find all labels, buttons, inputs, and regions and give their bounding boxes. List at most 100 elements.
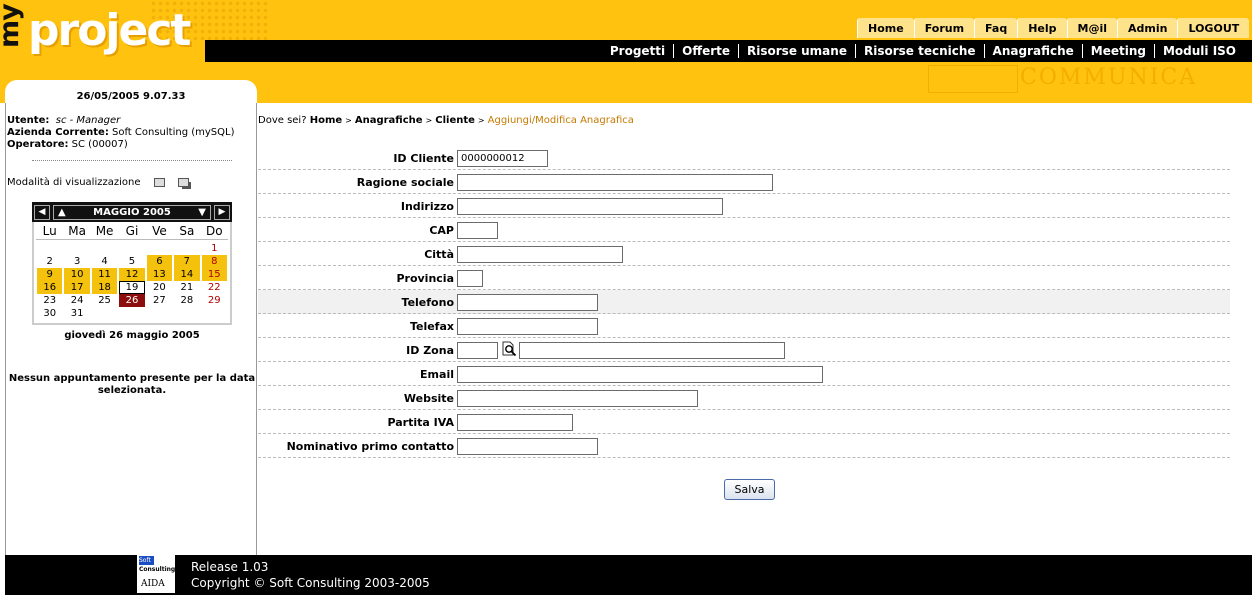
id-cliente-field[interactable]: [457, 150, 548, 167]
telefono-label: Telefono: [401, 296, 454, 309]
top-nav-admin[interactable]: Admin: [1117, 18, 1178, 38]
calendar-day[interactable]: 20: [147, 281, 172, 294]
calendar-day[interactable]: 15: [201, 268, 227, 281]
aida-logo: Soft Consulting AIDA: [137, 555, 175, 593]
main-nav-risorse-tecniche[interactable]: Risorse tecniche: [854, 44, 984, 58]
calendar-grid: Lu Ma Me Gi Ve Sa Do 1 2 3 4 5 6 7 8 9 10 11 12 13 14 15 16 17…: [32, 222, 232, 325]
chevron-down-icon: ▼: [198, 206, 206, 218]
form-row-ragione-sociale: Ragione sociale: [258, 170, 1230, 194]
main-nav: Progetti Offerte Risorse umane Risorse t…: [205, 40, 1252, 62]
calendar-day[interactable]: 17: [64, 281, 90, 294]
top-nav-faq[interactable]: Faq: [974, 18, 1018, 38]
calendar-day[interactable]: 14: [174, 268, 200, 281]
single-view-icon[interactable]: [153, 177, 165, 187]
breadcrumb-home[interactable]: Home: [310, 115, 342, 126]
calendar-day[interactable]: 31: [64, 307, 89, 320]
zona-description-field[interactable]: [519, 342, 785, 359]
telefax-field[interactable]: [457, 318, 598, 335]
calendar-empty-cell: [174, 242, 199, 255]
main-nav-risorse-umane[interactable]: Risorse umane: [738, 44, 855, 58]
prev-month-icon[interactable]: ◀: [34, 204, 50, 220]
calendar-day[interactable]: 6: [146, 255, 173, 268]
sidebar: Utente: sc - Manager Azienda Corrente: S…: [5, 103, 257, 555]
calendar-day[interactable]: 3: [64, 255, 89, 268]
weekday-header: Do: [205, 224, 223, 238]
top-nav-forum[interactable]: Forum: [913, 18, 975, 38]
calendar-empty-cell: [64, 242, 89, 255]
calendar-day[interactable]: 28: [174, 294, 199, 307]
top-nav-logout[interactable]: LOGOUT: [1177, 18, 1250, 38]
main-nav-progetti[interactable]: Progetti: [602, 44, 673, 58]
main-nav-meeting[interactable]: Meeting: [1081, 44, 1154, 58]
weekday-header: Lu: [42, 224, 57, 238]
calendar-day[interactable]: 25: [92, 294, 117, 307]
form-row-nominativo: Nominativo primo contatto: [258, 434, 1230, 458]
myproject-logo[interactable]: my project: [0, 0, 205, 80]
calendar-day[interactable]: 19: [119, 281, 145, 294]
calendar-day[interactable]: 7: [174, 255, 200, 268]
calendar-day[interactable]: 27: [147, 294, 172, 307]
provincia-field[interactable]: [457, 270, 483, 287]
indirizzo-field[interactable]: [457, 198, 723, 215]
main-nav-moduli-iso[interactable]: Moduli ISO: [1153, 44, 1244, 58]
release-text: Release 1.03: [191, 560, 269, 574]
email-field[interactable]: [457, 366, 823, 383]
calendar-day[interactable]: 13: [146, 268, 173, 281]
calendar-week: 2345678: [36, 255, 228, 268]
telefax-label: Telefax: [409, 320, 454, 333]
calendar-day[interactable]: 18: [91, 281, 118, 294]
breadcrumb: Dove sei? Home > Anagrafiche > Cliente > Aggiu…: [258, 115, 634, 126]
form-row-indirizzo: Indirizzo: [258, 194, 1230, 218]
id-zona-field[interactable]: [457, 342, 498, 359]
month-select[interactable]: ▲ MAGGIO 2005 ▼: [53, 204, 211, 220]
form-row-cap: CAP: [258, 218, 1230, 242]
calendar-day[interactable]: 4: [92, 255, 117, 268]
current-datetime: 26/05/2005 9.07.33: [5, 80, 257, 104]
operator-label: Operatore:: [7, 139, 69, 150]
calendar-day[interactable]: 8: [201, 255, 227, 268]
calendar-day[interactable]: 11: [91, 268, 118, 281]
calendar-day[interactable]: 10: [64, 268, 90, 281]
header-banner: COMMUNICA: [800, 63, 1252, 103]
ragione-sociale-field[interactable]: [457, 174, 773, 191]
calendar-empty-cell: [147, 307, 172, 320]
multi-view-icon[interactable]: [177, 177, 189, 187]
footer-text: Release 1.03 Copyright © Soft Consulting…: [191, 559, 430, 591]
nominativo-field[interactable]: [457, 438, 598, 455]
calendar-day[interactable]: 22: [202, 281, 227, 294]
calendar-day[interactable]: 26: [119, 294, 145, 307]
calendar-day[interactable]: 24: [64, 294, 89, 307]
breadcrumb-anagrafiche[interactable]: Anagrafiche: [355, 115, 423, 126]
lookup-search-icon[interactable]: [502, 341, 517, 357]
logo-consulting-text: Consulting: [139, 566, 176, 573]
citta-field[interactable]: [457, 246, 623, 263]
save-button[interactable]: Salva: [724, 479, 775, 500]
calendar-day[interactable]: 30: [37, 307, 62, 320]
calendar-day[interactable]: 16: [37, 281, 63, 294]
calendar-day[interactable]: 29: [202, 294, 227, 307]
calendar-day[interactable]: 2: [37, 255, 62, 268]
calendar-weeks: 1 2 3 4 5 6 7 8 9 10 11 12 13 14 15 16 17 18 19 20 21 22 23 24 2…: [36, 242, 228, 320]
calendar-day[interactable]: 9: [37, 268, 63, 281]
main-nav-offerte[interactable]: Offerte: [673, 44, 738, 58]
month-label: MAGGIO 2005: [93, 206, 171, 218]
partita-iva-field[interactable]: [457, 414, 573, 431]
website-field[interactable]: [457, 390, 698, 407]
calendar-day[interactable]: 5: [119, 255, 144, 268]
calendar-day[interactable]: 1: [202, 242, 227, 255]
top-nav-mail[interactable]: M@il: [1066, 18, 1118, 38]
cap-label: CAP: [429, 224, 454, 237]
calendar-day[interactable]: 12: [119, 268, 145, 281]
breadcrumb-cliente[interactable]: Cliente: [435, 115, 475, 126]
top-nav-help[interactable]: Help: [1017, 18, 1067, 38]
main-nav-anagrafiche[interactable]: Anagrafiche: [983, 44, 1082, 58]
top-nav-home[interactable]: Home: [857, 18, 914, 38]
operator-value: SC (00007): [71, 139, 128, 150]
id-zona-label: ID Zona: [406, 344, 454, 357]
telefono-field[interactable]: [457, 294, 598, 311]
calendar-day[interactable]: 23: [37, 294, 62, 307]
next-month-icon[interactable]: ▶: [214, 204, 230, 220]
cap-field[interactable]: [457, 222, 498, 239]
calendar-day[interactable]: 21: [174, 281, 199, 294]
calendar-empty-cell: [147, 242, 172, 255]
